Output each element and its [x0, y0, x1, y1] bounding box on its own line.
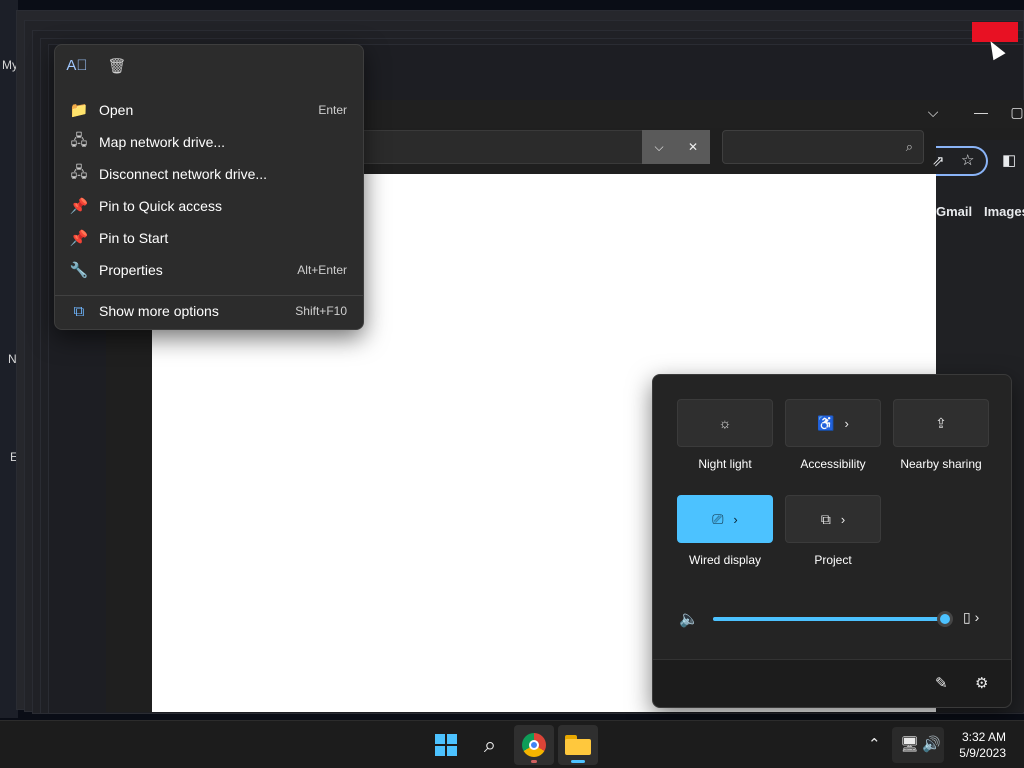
tile-label: Night light: [698, 457, 752, 471]
menu-item-label: Disconnect network drive...: [99, 166, 268, 182]
chrome-icon: [522, 733, 546, 757]
share-icon[interactable]: ⇗: [932, 152, 945, 170]
speaker-icon[interactable]: 🔈: [679, 609, 699, 629]
menu-item-map-network-drive[interactable]: 🖧 Map network drive...: [59, 127, 359, 157]
menu-item-show-more-options[interactable]: ⧉ Show more options Shift+F10: [59, 296, 359, 326]
pin-icon: 📌: [69, 198, 89, 215]
chevron-right-icon: ›: [733, 511, 738, 527]
more-options-icon: ⧉: [73, 302, 85, 320]
accessibility-icon: ♿: [817, 414, 835, 431]
folder-icon: [565, 735, 591, 755]
tile-label: Project: [814, 553, 852, 567]
menu-item-pin-quick-access[interactable]: 📌 Pin to Quick access: [59, 191, 359, 221]
volume-icon: 🔊: [922, 736, 941, 753]
menu-item-label: Map network drive...: [99, 134, 226, 150]
active-indicator: [571, 760, 585, 763]
address-clear-button[interactable]: ✕: [676, 130, 710, 164]
settings-icon[interactable]: ⚙: [975, 674, 988, 692]
menu-item-shortcut: Enter: [318, 103, 347, 117]
address-bar-buttons: ⌵ ✕: [642, 130, 710, 164]
context-menu-quick-actions: A⃞ 🗑: [55, 45, 363, 91]
menu-item-label: Properties: [99, 262, 163, 278]
share-icon: ⇪: [935, 414, 947, 431]
tile-label: Wired display: [688, 553, 762, 567]
folder-icon: 📁: [69, 102, 89, 119]
volume-slider-thumb[interactable]: [937, 611, 953, 627]
pin-icon: 📌: [69, 230, 89, 247]
maximize-button[interactable]: ▢: [1010, 104, 1024, 121]
tile-label: Accessibility: [800, 457, 866, 471]
menu-item-properties[interactable]: 🔧 Properties Alt+Enter: [59, 255, 359, 285]
menu-item-pin-start[interactable]: 📌 Pin to Start: [59, 223, 359, 253]
chevron-down-icon[interactable]: ⌵: [918, 104, 948, 121]
taskbar: ⌕ ⌃ 🖥 🔊 3:32 AM 5/9/2023: [0, 720, 1024, 768]
wrench-icon: 🔧: [69, 262, 89, 279]
network-drive-icon: 🖧: [70, 131, 88, 149]
tray-quick-settings-button[interactable]: 🖥 🔊: [892, 727, 944, 763]
clock-date: 5/9/2023: [959, 746, 1006, 760]
running-indicator: [531, 760, 537, 763]
volume-slider-fill: [713, 617, 945, 621]
audio-output-selector[interactable]: ▯ ›: [963, 609, 979, 626]
address-bar[interactable]: [360, 130, 644, 164]
search-button[interactable]: ⌕: [470, 725, 510, 765]
night-light-icon: ☼: [718, 415, 732, 431]
tile-label: Nearby sharing: [900, 457, 982, 471]
nearby-sharing-toggle[interactable]: ⇪: [893, 399, 989, 447]
search-box[interactable]: ⌕: [722, 130, 924, 164]
clock[interactable]: 3:32 AM 5/9/2023: [959, 729, 1006, 761]
chrome-taskbar-button[interactable]: [514, 725, 554, 765]
rename-icon[interactable]: A⃞: [65, 57, 89, 79]
accessibility-toggle[interactable]: ♿ ›: [785, 399, 881, 447]
menu-item-label: Pin to Quick access: [99, 198, 222, 214]
menu-item-label: Show more options: [99, 303, 219, 319]
images-link[interactable]: Images: [984, 204, 1024, 219]
menu-item-label: Pin to Start: [99, 230, 169, 246]
night-light-toggle[interactable]: ☼: [677, 399, 773, 447]
clock-time: 3:32 AM: [961, 730, 1006, 744]
menu-item-shortcut: Shift+F10: [295, 304, 347, 318]
gmail-link[interactable]: Gmail: [936, 204, 972, 219]
menu-item-disconnect-network-drive[interactable]: 🖧 Disconnect network drive...: [59, 159, 359, 189]
chevron-right-icon: ›: [844, 415, 849, 431]
address-dropdown-button[interactable]: ⌵: [642, 130, 676, 164]
menu-item-label: Open: [99, 102, 134, 118]
delete-icon[interactable]: 🗑: [105, 57, 129, 79]
start-button[interactable]: [426, 725, 466, 765]
quick-settings-panel: ☼ Night light ♿ › Accessibility ⇪ Nearby…: [652, 374, 1012, 708]
search-icon[interactable]: ⌕: [906, 139, 913, 155]
volume-slider[interactable]: [713, 611, 953, 627]
search-icon: ⌕: [483, 732, 497, 757]
menu-item-open[interactable]: 📁 Open Enter: [59, 95, 359, 125]
file-explorer-taskbar-button[interactable]: [558, 725, 598, 765]
sidebar-icon[interactable]: ◧: [1002, 151, 1016, 169]
disconnect-drive-icon: 🖧: [70, 163, 88, 181]
project-icon: ⧉: [820, 510, 831, 527]
edit-icon[interactable]: ✎: [935, 674, 948, 692]
menu-item-shortcut: Alt+Enter: [297, 263, 347, 277]
chevron-right-icon: ›: [840, 511, 846, 527]
wired-display-toggle[interactable]: ⎚ ›: [677, 495, 773, 543]
project-toggle[interactable]: ⧉ ›: [785, 495, 881, 543]
network-icon: 🖥: [900, 736, 920, 753]
star-icon[interactable]: ☆: [961, 151, 974, 169]
windows-logo-icon: [435, 734, 457, 756]
context-menu: A⃞ 🗑 📁 Open Enter 🖧 Map network drive...…: [54, 44, 364, 330]
cast-icon: ⎚: [712, 510, 724, 527]
quick-settings-footer: ✎ ⚙: [653, 659, 1011, 707]
chevron-up-icon[interactable]: ⌃: [868, 735, 881, 753]
minimize-button[interactable]: —: [966, 104, 996, 120]
